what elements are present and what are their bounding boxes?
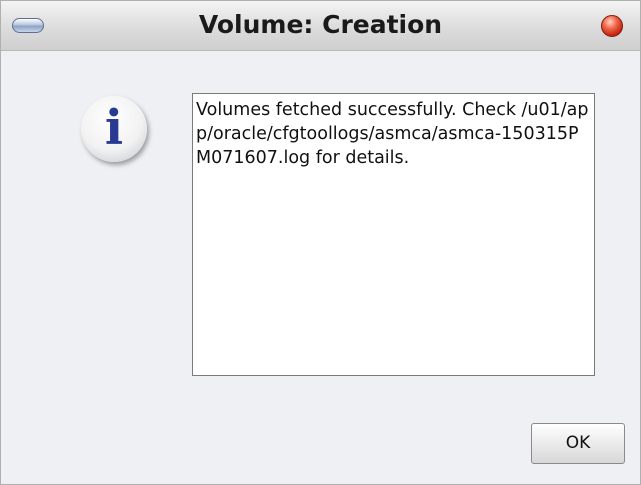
info-icon-glyph: i <box>104 100 124 156</box>
close-icon[interactable] <box>601 15 623 37</box>
dialog-title: Volume: Creation <box>198 10 443 39</box>
ok-button[interactable]: OK <box>531 423 625 464</box>
title-bar[interactable]: Volume: Creation <box>1 1 640 51</box>
dialog-window: Volume: Creation i Volumes fetched succe… <box>0 0 641 485</box>
info-icon: i <box>81 96 147 162</box>
message-text-area[interactable]: Volumes fetched successfully. Check /u01… <box>192 93 595 376</box>
